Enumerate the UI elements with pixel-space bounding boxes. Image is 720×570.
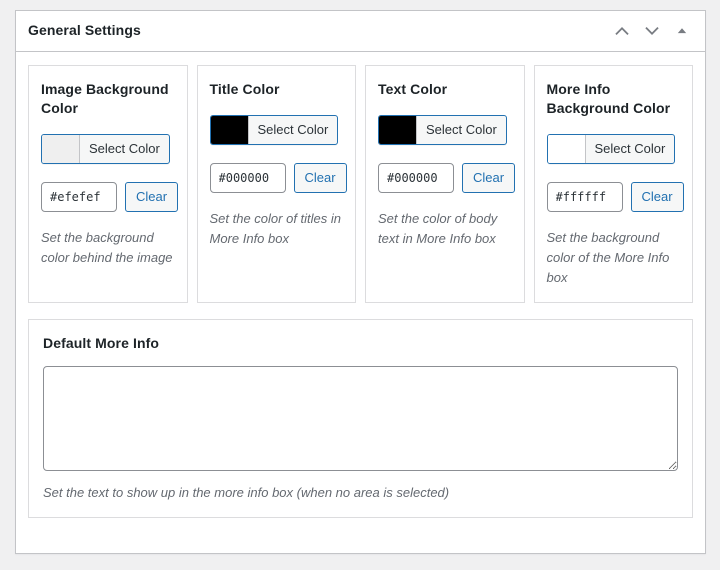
select-color-label: Select Color bbox=[594, 141, 666, 157]
chevron-up-icon bbox=[613, 22, 631, 40]
card-title: Image Background Color bbox=[41, 81, 169, 116]
color-swatch bbox=[42, 134, 80, 163]
select-color-button[interactable]: Select Color bbox=[546, 133, 676, 164]
hex-row: Clear bbox=[546, 181, 684, 212]
color-swatch bbox=[547, 134, 586, 163]
hex-color-input[interactable] bbox=[378, 162, 454, 193]
color-card-image-background: Image Background Color Select Color Clea… bbox=[28, 65, 188, 304]
clear-button[interactable]: Clear bbox=[630, 181, 684, 212]
color-card-text-color: Text Color Select Color Clear Set the co… bbox=[365, 65, 525, 304]
general-settings-metabox: General Settings Image Background Color … bbox=[15, 10, 706, 554]
metabox-header-actions bbox=[607, 16, 697, 46]
card-description: Set the background color behind the imag… bbox=[41, 229, 173, 265]
clear-button[interactable]: Clear bbox=[125, 181, 179, 212]
card-title: Title Color bbox=[209, 81, 280, 97]
color-picker-row: Select Color bbox=[209, 114, 344, 147]
default-more-info-description: Set the text to show up in the more info… bbox=[43, 485, 450, 501]
color-picker-row: Select Color bbox=[378, 114, 512, 147]
card-description: Set the background color of the More Inf… bbox=[546, 229, 670, 286]
hex-row: Clear bbox=[41, 181, 179, 212]
hex-row: Clear bbox=[209, 162, 347, 193]
select-color-button[interactable]: Select Color bbox=[209, 114, 339, 145]
hex-row: Clear bbox=[378, 162, 516, 193]
color-card-title-color: Title Color Select Color Clear Set the c… bbox=[196, 65, 356, 304]
move-up-button[interactable] bbox=[607, 16, 637, 46]
color-picker-row: Select Color bbox=[41, 133, 175, 166]
clear-button[interactable]: Clear bbox=[293, 162, 347, 193]
select-color-button[interactable]: Select Color bbox=[378, 114, 507, 145]
select-color-button[interactable]: Select Color bbox=[41, 133, 170, 164]
color-settings-row: Image Background Color Select Color Clea… bbox=[28, 65, 693, 304]
metabox-body: Image Background Color Select Color Clea… bbox=[16, 52, 705, 518]
color-picker-row: Select Color bbox=[546, 133, 681, 166]
hex-color-input[interactable] bbox=[41, 181, 117, 212]
select-color-label: Select Color bbox=[426, 122, 497, 138]
clear-button[interactable]: Clear bbox=[462, 162, 516, 193]
card-description: Set the color of titles in More Info box bbox=[209, 210, 342, 247]
chevron-down-icon bbox=[643, 22, 661, 40]
metabox-header: General Settings bbox=[16, 11, 705, 52]
default-more-info-textarea[interactable] bbox=[43, 366, 678, 472]
move-down-button[interactable] bbox=[637, 16, 667, 46]
card-title: Text Color bbox=[378, 81, 448, 97]
default-more-info-title: Default More Info bbox=[43, 335, 160, 352]
color-swatch bbox=[210, 115, 249, 144]
card-description: Set the color of body text in More Info … bbox=[378, 210, 498, 247]
color-card-more-info-background: More Info Background Color Select Color … bbox=[533, 65, 693, 304]
select-color-label: Select Color bbox=[257, 122, 329, 138]
color-swatch bbox=[379, 115, 417, 144]
hex-color-input[interactable] bbox=[209, 162, 286, 193]
toggle-panel-button[interactable] bbox=[667, 16, 697, 46]
card-title: More Info Background Color bbox=[546, 81, 671, 116]
hex-color-input[interactable] bbox=[546, 181, 623, 212]
triangle-up-icon bbox=[675, 24, 689, 38]
page-title: General Settings bbox=[28, 22, 141, 39]
select-color-label: Select Color bbox=[89, 141, 160, 157]
default-more-info-section: Default More Info Set the text to show u… bbox=[28, 319, 693, 518]
